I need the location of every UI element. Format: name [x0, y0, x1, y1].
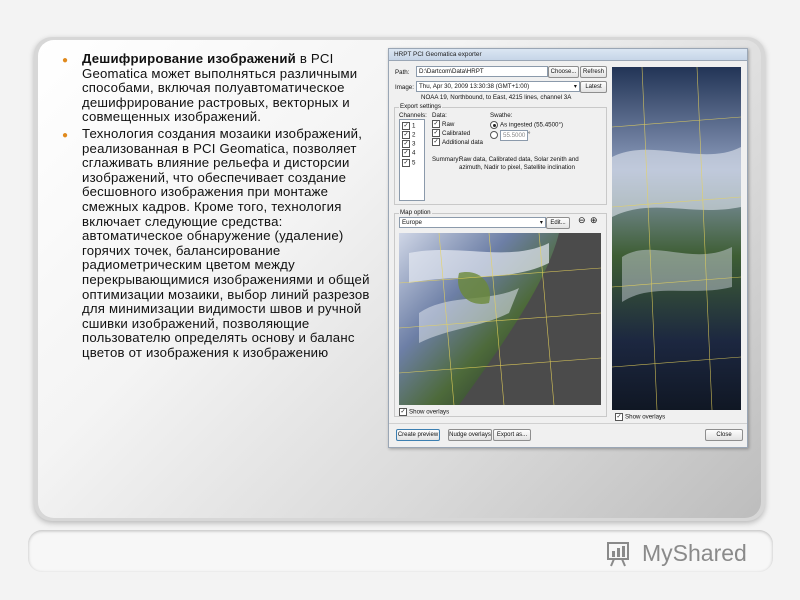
dropdown-arrow-icon: ▾: [573, 83, 577, 90]
calibrated-checkbox[interactable]: ✓ Calibrated: [432, 129, 483, 138]
check-icon: ✓: [432, 129, 440, 138]
swathe-custom-radio[interactable]: [490, 131, 500, 139]
export-as-button[interactable]: Export as...: [493, 429, 531, 441]
path-input[interactable]: D:\Dartcom\Data\HRPT: [416, 66, 548, 77]
close-button[interactable]: Close: [705, 429, 743, 441]
raw-checkbox[interactable]: ✓ Raw: [432, 120, 483, 129]
map-preview-left[interactable]: [399, 233, 601, 405]
summary-text: Raw data, Calibrated data, Solar zenith …: [459, 156, 579, 171]
myshared-logo: MyShared: [606, 539, 776, 569]
show-overlays-checkbox[interactable]: ✓ Show overlays: [399, 408, 449, 416]
swathe-input[interactable]: 55.5000: [500, 130, 528, 141]
bullet-item-1: ● Дешифрирование изображений в PCI Geoma…: [62, 51, 380, 125]
refresh-button[interactable]: Refresh: [580, 66, 607, 78]
choose-button[interactable]: Choose...: [548, 66, 579, 78]
channels-list: ✓ 1 ✓ 2 ✓ 3 ✓ 4 ✓ 5: [399, 119, 425, 201]
channel-3-checkbox[interactable]: ✓ 3: [402, 140, 415, 149]
logo-text: MyShared: [642, 540, 747, 566]
check-icon: ✓: [402, 158, 410, 167]
map-select-value: Europe: [402, 219, 422, 226]
satellite-image-right: [612, 67, 741, 410]
image-info: NOAA 19, Northbound, to East, 4215 lines…: [421, 94, 572, 101]
swathe-unit: °: [528, 131, 531, 138]
bullet-dot-icon: ●: [62, 55, 69, 66]
image-select[interactable]: Thu, Apr 30, 2009 13:30:38 (GMT+1:00) ▾: [416, 81, 580, 92]
nudge-overlays-button[interactable]: Nudge overlays: [448, 429, 492, 441]
map-preview-right[interactable]: [612, 67, 741, 410]
channels-label: Channels:: [399, 112, 427, 119]
image-label: Image:: [395, 84, 414, 91]
show-overlays-right-checkbox[interactable]: ✓ Show overlays: [615, 413, 665, 421]
map-select[interactable]: Europe ▾: [399, 217, 546, 228]
zoom-in-icon[interactable]: ⊕: [590, 215, 598, 226]
satellite-image-left: [399, 233, 601, 405]
channel-4-checkbox[interactable]: ✓ 4: [402, 149, 415, 158]
check-icon: ✓: [432, 138, 440, 147]
check-icon: ✓: [402, 140, 410, 149]
summary-label: Summary:: [432, 156, 461, 163]
map-option-label: Map option: [399, 209, 432, 216]
zoom-out-icon[interactable]: ⊖: [578, 215, 586, 226]
path-label: Path:: [395, 69, 410, 76]
bullet-item-2: ● Технология создания мозаики изображени…: [62, 125, 380, 361]
channel-5-checkbox[interactable]: ✓ 5: [402, 158, 415, 168]
radio-selected-icon: [490, 121, 498, 129]
radio-empty-icon: [490, 131, 498, 139]
check-icon: ✓: [432, 120, 440, 129]
bullet-1-bold: Дешифрирование изображений: [82, 51, 296, 66]
image-select-value: Thu, Apr 30, 2009 13:30:38 (GMT+1:00): [419, 83, 530, 90]
dialog-title: HRPT PCI Geomatica exporter: [389, 49, 747, 61]
bullet-list: ● Дешифрирование изображений в PCI Geoma…: [62, 51, 380, 362]
check-icon: ✓: [402, 122, 410, 130]
swathe-label: Swathe:: [490, 112, 513, 119]
channel-2-checkbox[interactable]: ✓ 2: [402, 131, 415, 140]
check-icon: ✓: [615, 413, 623, 421]
data-label: Data:: [432, 112, 447, 119]
bullet-2-text: Технология создания мозаики изображений,…: [82, 125, 370, 360]
data-options: ✓ Raw ✓ Calibrated ✓ Additional data: [432, 120, 483, 147]
latest-button[interactable]: Latest: [580, 81, 607, 93]
dropdown-arrow-icon: ▾: [539, 219, 543, 226]
check-icon: ✓: [399, 408, 407, 416]
additional-data-checkbox[interactable]: ✓ Additional data: [432, 138, 483, 147]
footer-divider: [389, 423, 747, 424]
create-preview-button[interactable]: Create preview: [396, 429, 440, 441]
check-icon: ✓: [402, 149, 410, 158]
bullet-dot-icon: ●: [62, 129, 69, 141]
check-icon: ✓: [402, 131, 410, 140]
channel-1-checkbox[interactable]: ✓ 1: [402, 122, 415, 131]
export-settings-label: Export settings: [399, 103, 442, 110]
edit-button[interactable]: Edit...: [546, 217, 570, 229]
swathe-ingested-radio[interactable]: As ingested (55.4500°): [490, 121, 563, 129]
